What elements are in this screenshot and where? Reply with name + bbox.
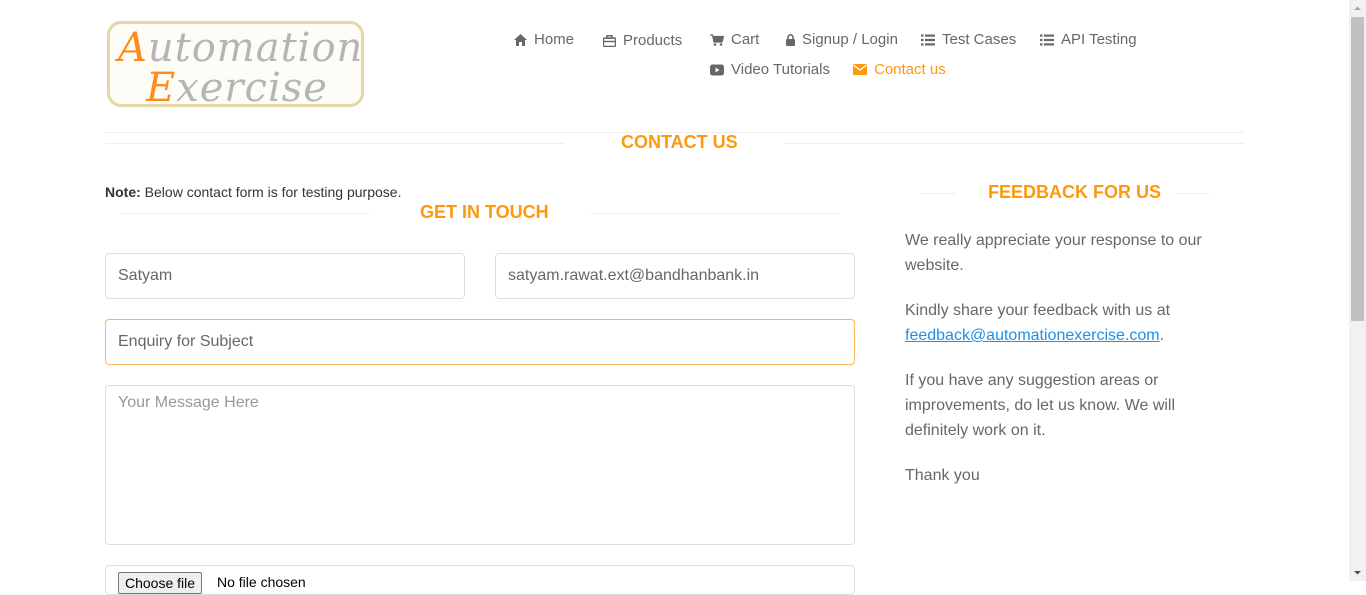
feedback-email-link[interactable]: feedback@automationexercise.com [905, 327, 1160, 344]
feedback-paragraph-3: If you have any suggestion areas or impr… [905, 372, 1176, 439]
home-icon [514, 33, 527, 46]
envelope-icon [853, 64, 867, 75]
title-rule-left [105, 143, 564, 144]
page-scrollbar[interactable] [1349, 0, 1366, 581]
feedback-thanks: Thank you [905, 467, 980, 484]
form-title: Get In Touch [420, 202, 549, 222]
name-field[interactable] [105, 253, 465, 299]
nav-contact-us[interactable]: Contact us [853, 61, 946, 78]
list-icon [921, 34, 935, 45]
feedback-paragraph-2: Kindly share your feedback with us at fe… [905, 302, 1171, 344]
site-logo[interactable]: Automation Exercise [107, 21, 364, 108]
nav-test-cases[interactable]: Test Cases [921, 31, 1016, 48]
nav-cart[interactable]: Cart [710, 31, 759, 48]
nav-products[interactable]: Products [603, 32, 682, 49]
feedback-rule-left [920, 193, 955, 194]
list-icon [1040, 34, 1054, 45]
scrollbar-thumb[interactable] [1351, 17, 1364, 321]
email-field[interactable] [495, 253, 855, 299]
subject-field[interactable] [105, 319, 855, 365]
page-title: Contact Us [621, 132, 738, 152]
feedback-rule-right [1175, 193, 1210, 194]
nav-home[interactable]: Home [514, 31, 574, 48]
briefcase-icon [603, 34, 616, 47]
lock-icon [786, 33, 795, 46]
form-title-rule-left [120, 213, 370, 214]
nav-signup-login[interactable]: Signup / Login [786, 31, 898, 48]
form-title-rule-right [590, 213, 840, 214]
scroll-down-arrow-icon[interactable] [1349, 564, 1366, 581]
feedback-paragraph-1: We really appreciate your response to ou… [905, 232, 1202, 274]
feedback-title: Feedback For Us [988, 182, 1162, 202]
scroll-up-arrow-icon[interactable] [1349, 0, 1366, 17]
file-upload: Choose file No file chosen [105, 565, 855, 595]
nav-video-tutorials[interactable]: Video Tutorials [710, 61, 830, 78]
cart-icon [710, 33, 724, 46]
nav-api-testing[interactable]: API Testing [1040, 31, 1137, 48]
title-rule-right [784, 143, 1244, 144]
message-field[interactable] [105, 385, 855, 545]
youtube-play-icon [710, 64, 724, 75]
note-text: Note: Below contact form is for testing … [105, 184, 402, 200]
file-status: No file chosen [217, 574, 306, 590]
choose-file-button[interactable]: Choose file [118, 572, 203, 594]
